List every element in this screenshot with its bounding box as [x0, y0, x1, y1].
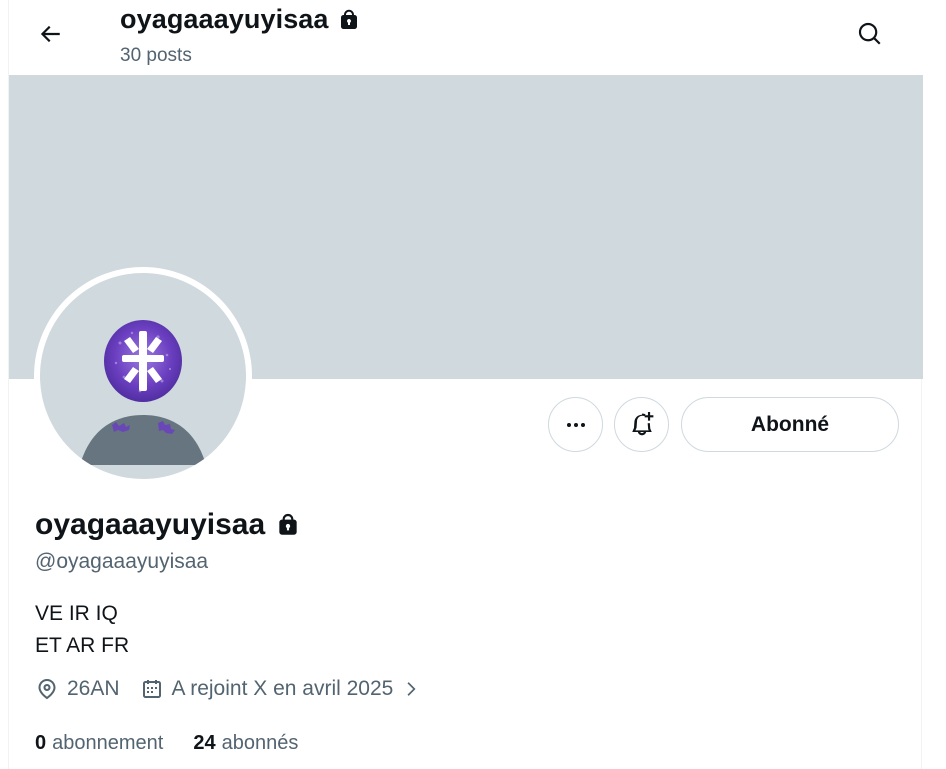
joined-date[interactable]: A rejoint X en avril 2025 [140, 677, 422, 701]
bio-line: ET AR FR [35, 634, 130, 657]
user-handle: @oyagaaayuyisaa [35, 550, 209, 573]
joined-text: A rejoint X en avril 2025 [171, 677, 394, 700]
default-avatar-icon [40, 273, 246, 479]
followers-link[interactable]: 24 abonnés [193, 732, 298, 755]
header-title: oyagaaayuyisaa [120, 4, 361, 35]
display-name-row: oyagaaayuyisaa [35, 508, 301, 542]
following-count: 0 [35, 732, 47, 754]
location-text: 26AN [67, 677, 120, 700]
profile-meta: 26AN A rejoint X en avril 2025 [35, 677, 421, 701]
followers-label: abonnés [221, 732, 299, 754]
more-dots-icon [566, 422, 585, 427]
follow-stats: 0 abonnement 24 abonnés [35, 732, 298, 755]
profile-page: oyagaaayuyisaa 30 posts Abonné oyagaaayu… [8, 0, 923, 769]
bell-plus-icon [631, 411, 653, 435]
location: 26AN [35, 677, 120, 701]
lock-icon [279, 513, 297, 535]
search-icon [858, 22, 881, 45]
arrow-left-icon [40, 25, 60, 43]
lock-icon [340, 9, 357, 29]
profile-header: oyagaaayuyisaa 30 posts [9, 0, 923, 75]
following-label: abonnement [52, 732, 164, 754]
calendar-icon [142, 680, 161, 698]
posts-count: 30 posts [120, 45, 192, 66]
search-button[interactable] [851, 15, 889, 53]
bio-line: VE IR IQ [35, 602, 118, 625]
chevron-right-icon [407, 682, 416, 696]
followers-count: 24 [193, 732, 216, 754]
more-button[interactable] [548, 397, 603, 452]
back-button[interactable] [31, 15, 69, 53]
notify-button[interactable] [614, 397, 669, 452]
following-button[interactable]: Abonné [681, 397, 899, 452]
header-name: oyagaaayuyisaa [120, 4, 329, 34]
location-pin-icon [38, 679, 56, 700]
bio: VE IR IQ ET AR FR [35, 598, 129, 662]
following-link[interactable]: 0 abonnement [35, 732, 163, 755]
display-name: oyagaaayuyisaa [35, 508, 266, 541]
avatar[interactable] [34, 267, 252, 485]
